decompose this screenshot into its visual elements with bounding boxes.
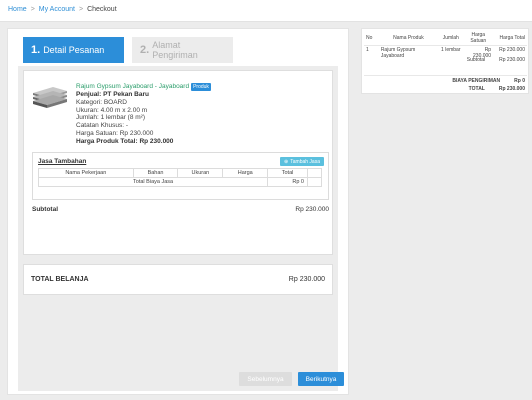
- summary-total-label: TOTAL: [468, 86, 485, 92]
- breadcrumb-separator: >: [30, 6, 35, 13]
- summary-total-row: TOTAL Rp 230.000: [364, 86, 527, 92]
- column-header: Jumlah: [438, 31, 464, 46]
- product-total-price: Harga Produk Total: Rp 230.000: [76, 137, 174, 145]
- step-detail-pesanan[interactable]: 1. Detail Pesanan: [23, 37, 124, 63]
- step-alamat-pengiriman[interactable]: 2. Alamat Pengiriman: [132, 37, 233, 63]
- order-summary: No Nama Produk Jumlah Harga Satuan Harga…: [361, 28, 529, 94]
- breadcrumb-account-link[interactable]: My Account: [39, 6, 75, 13]
- product-image: [31, 83, 69, 111]
- step-label: Alamat Pengiriman: [152, 40, 198, 60]
- product-badge: Produk: [191, 83, 211, 91]
- product-seller: Penjual: PT Pekan Baru: [76, 91, 149, 98]
- product-unit-price: Harga Satuan: Rp 230.000: [76, 129, 154, 137]
- step-number: 1.: [31, 44, 41, 56]
- step-number: 2.: [140, 44, 150, 56]
- total-label: TOTAL BELANJA: [31, 276, 89, 283]
- plus-icon: ⊕: [284, 158, 289, 165]
- product-quantity: Jumlah: 1 lembar (8 m²): [76, 114, 145, 122]
- step-label: Detail Pesanan: [43, 45, 105, 55]
- next-button[interactable]: Berikutnya: [298, 372, 344, 386]
- summary-subtotal-row: Subtotal Rp 230.000: [364, 57, 527, 63]
- column-header: No: [364, 31, 379, 46]
- total-card: TOTAL BELANJA Rp 230.000: [23, 264, 333, 295]
- order-content: Rajum Gypsum Jayaboard - Jayaboard Produ…: [18, 66, 338, 391]
- summary-header-row: No Nama Produk Jumlah Harga Satuan Harga…: [364, 31, 527, 46]
- product-name-link[interactable]: Rajum Gypsum Jayaboard - Jayaboard: [76, 83, 189, 91]
- breadcrumb-separator: >: [78, 6, 84, 13]
- summary-subtotal-label: Subtotal: [466, 57, 486, 63]
- subtotal-value: Rp 230.000: [295, 206, 329, 213]
- column-header: Bahan: [132, 168, 179, 178]
- services-total-label: Total Biaya Jasa: [37, 177, 269, 187]
- column-header: Nama Produk: [378, 31, 439, 46]
- breadcrumb-home-link[interactable]: Home: [8, 6, 27, 13]
- column-header: [307, 168, 322, 178]
- table-cell: [307, 177, 322, 187]
- divider: [364, 75, 527, 76]
- product-note: Catatan Khusus: -: [76, 122, 129, 130]
- subtotal-row: Subtotal Rp 230.000: [32, 206, 329, 213]
- add-service-label: Tambah Jasa: [290, 158, 320, 165]
- product-size: Ukuran: 4.00 m x 2.00 m: [76, 106, 148, 114]
- summary-subtotal-value: Rp 230.000: [499, 57, 525, 63]
- column-header: Harga: [222, 168, 269, 178]
- summary-shipping-value: Rp 0: [514, 78, 525, 84]
- summary-shipping-row: BIAYA PENGIRIMAN Rp 0: [364, 78, 527, 84]
- checkout-panel: 1. Detail Pesanan 2. Alamat Pengiriman R…: [7, 28, 349, 395]
- column-header: Harga Satuan: [463, 31, 494, 46]
- column-header: Ukuran: [177, 168, 224, 178]
- services-title: Jasa Tambahan: [38, 158, 87, 165]
- breadcrumb-current: Checkout: [87, 6, 117, 13]
- product-category: Kategori: BOARD: [76, 98, 127, 106]
- column-header: Nama Pekerjaan: [38, 168, 134, 178]
- additional-services: Jasa Tambahan ⊕ Tambah Jasa Nama Pekerja…: [32, 152, 329, 200]
- column-header: Harga Total: [493, 31, 527, 46]
- total-value: Rp 230.000: [288, 276, 325, 283]
- previous-button[interactable]: Sebelumnya: [239, 372, 292, 386]
- summary-total-value: Rp 230.000: [498, 86, 525, 92]
- column-header: Total: [267, 168, 308, 178]
- summary-table: No Nama Produk Jumlah Harga Satuan Harga…: [364, 31, 527, 60]
- subtotal-label: Subtotal: [32, 206, 58, 213]
- table-row: Total Biaya Jasa Rp 0: [37, 177, 322, 187]
- summary-shipping-label: BIAYA PENGIRIMAN: [452, 78, 501, 84]
- breadcrumb: Home > My Account > Checkout: [0, 0, 532, 22]
- product-info: Rajum Gypsum Jayaboard - Jayaboard Produ…: [76, 83, 211, 146]
- product-card: Rajum Gypsum Jayaboard - Jayaboard Produ…: [23, 70, 333, 255]
- add-service-button[interactable]: ⊕ Tambah Jasa: [280, 157, 324, 166]
- services-total-value: Rp 0: [267, 177, 308, 187]
- checkout-steps: 1. Detail Pesanan 2. Alamat Pengiriman: [16, 37, 332, 64]
- services-table: Nama Pekerjaan Bahan Ukuran Harga Total …: [37, 168, 322, 187]
- table-header-row: Nama Pekerjaan Bahan Ukuran Harga Total: [38, 168, 322, 178]
